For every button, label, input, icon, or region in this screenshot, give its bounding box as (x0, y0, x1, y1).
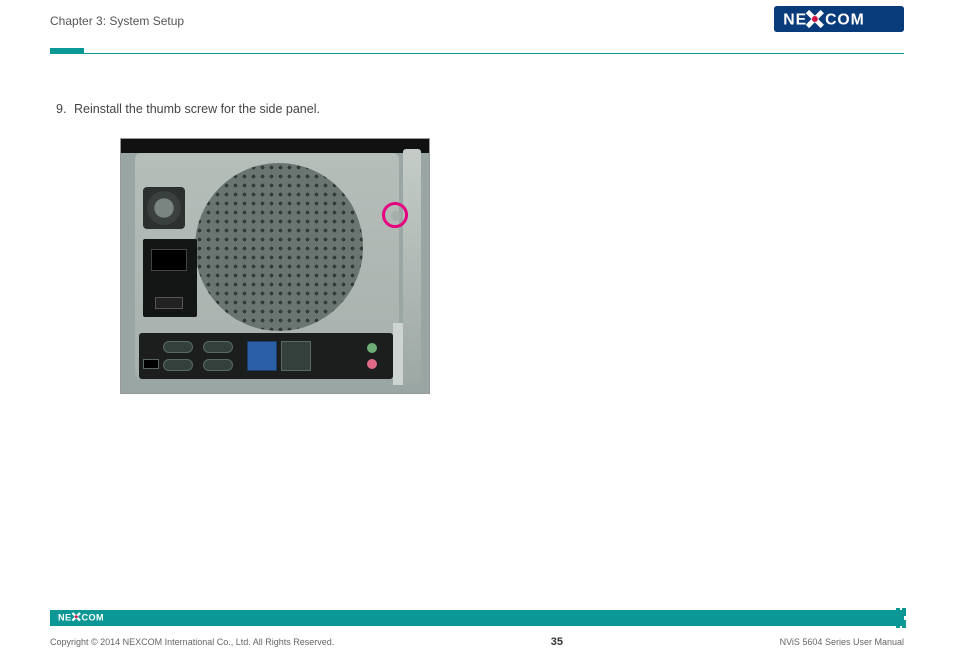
svg-text:COM: COM (82, 613, 104, 623)
nexcom-logo-icon: NE COM (774, 6, 904, 32)
instruction-step: 9. Reinstall the thumb screw for the sid… (56, 102, 904, 116)
page-number: 35 (551, 636, 563, 648)
step-number: 9. (56, 102, 74, 116)
step-text: Reinstall the thumb screw for the side p… (74, 102, 320, 116)
brand-logo: NE COM (774, 6, 904, 37)
page-header: Chapter 3: System Setup NE COM (50, 0, 904, 46)
header-rule (50, 48, 904, 54)
footer-end-mark-icon (896, 608, 906, 628)
svg-text:NE: NE (58, 613, 71, 623)
page-content: 9. Reinstall the thumb screw for the sid… (50, 54, 904, 394)
svg-text:NE: NE (783, 12, 807, 29)
ventilation-grill-icon (195, 163, 363, 331)
product-figure (120, 138, 430, 394)
thumb-screw-highlight-icon (382, 202, 408, 228)
svg-text:COM: COM (825, 12, 865, 29)
io-panel (139, 333, 393, 379)
psu-panel (143, 239, 197, 317)
brand-logo-small: NE COM (58, 611, 134, 629)
copyright-text: Copyright © 2014 NEXCOM International Co… (50, 637, 334, 647)
footer-rule: NE COM (50, 610, 904, 630)
pc-rear-photo (120, 138, 430, 394)
footer-line: Copyright © 2014 NEXCOM International Co… (50, 636, 904, 648)
doc-title: NViS 5604 Series User Manual (780, 637, 904, 647)
fan-icon (143, 187, 185, 229)
nexcom-logo-small-icon: NE COM (58, 611, 134, 624)
